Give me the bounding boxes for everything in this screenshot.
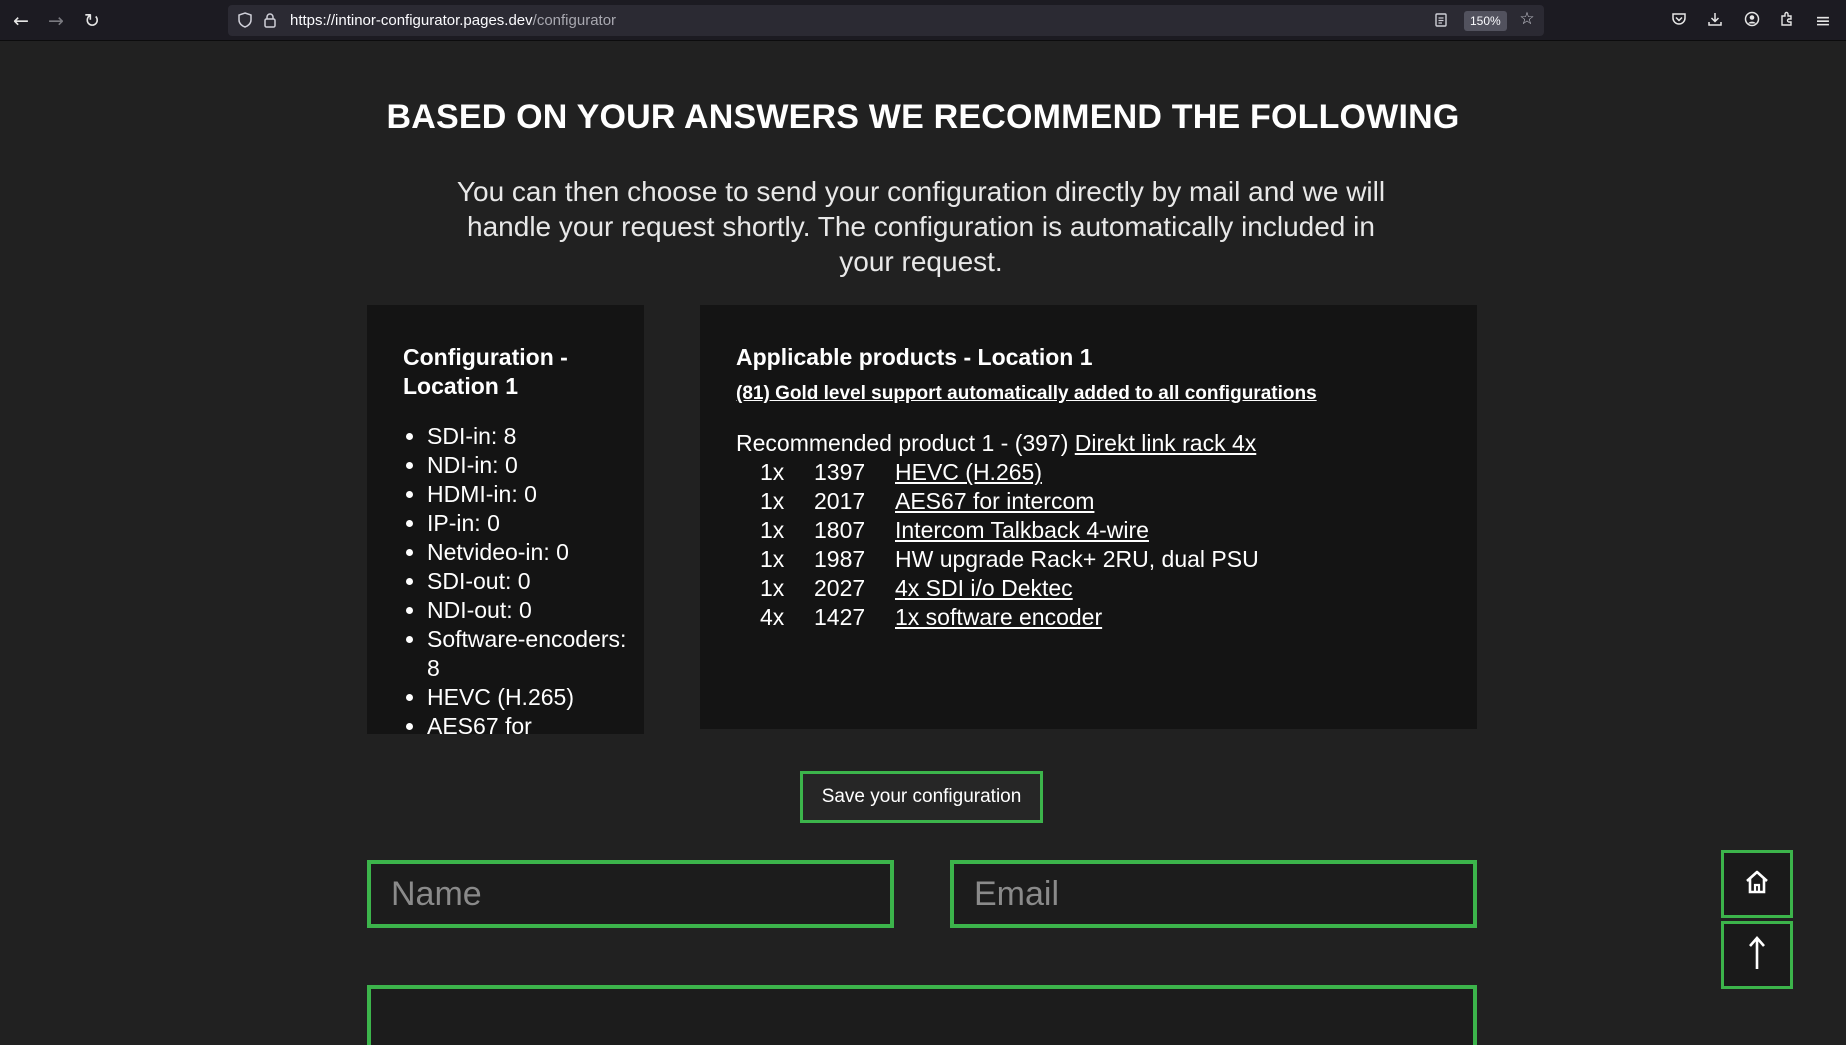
product-row: 1x 1987 HW upgrade Rack+ 2RU, dual PSU xyxy=(760,545,1259,574)
zoom-level-badge[interactable]: 150% xyxy=(1464,11,1507,31)
products-heading: Applicable products - Location 1 xyxy=(736,344,1093,370)
config-item: Netvideo-in: 0 xyxy=(427,538,627,567)
home-icon xyxy=(1743,868,1771,900)
pocket-icon[interactable] xyxy=(1666,8,1692,34)
product-code: 2027 xyxy=(814,575,866,601)
home-button[interactable] xyxy=(1721,850,1793,918)
save-configuration-button[interactable]: Save your configuration xyxy=(800,771,1043,823)
message-textarea[interactable] xyxy=(367,985,1477,1045)
reader-view-icon[interactable] xyxy=(1433,13,1449,29)
product-name-link[interactable]: 4x SDI i/o Dektec xyxy=(895,575,1073,601)
product-name-link[interactable]: HEVC (H.265) xyxy=(895,459,1042,485)
product-row: 1x 1807 Intercom Talkback 4-wire xyxy=(760,516,1259,545)
gold-support-link[interactable]: (81) Gold level support automatically ad… xyxy=(736,383,1317,405)
downloads-icon[interactable] xyxy=(1702,8,1728,34)
product-name-link[interactable]: 1x software encoder xyxy=(895,604,1102,630)
config-item: AES67 for xyxy=(427,712,627,734)
recommended-product-line: Recommended product 1 - (397) Direkt lin… xyxy=(736,429,1256,458)
product-quantity: 1x xyxy=(760,517,785,543)
configuration-heading: Configuration - Location 1 xyxy=(403,344,568,399)
config-item: IP-in: 0 xyxy=(427,509,627,538)
product-name-cell: AES67 for intercom xyxy=(895,487,1259,516)
intro-text: You can then choose to send your configu… xyxy=(456,176,1386,277)
product-quantity: 1x xyxy=(760,575,785,601)
configuration-panel: Configuration - Location 1 SDI-in: 8 NDI… xyxy=(367,305,644,734)
product-name-cell: 4x SDI i/o Dektec xyxy=(895,574,1259,603)
account-icon[interactable] xyxy=(1739,8,1765,34)
extensions-icon[interactable] xyxy=(1774,8,1800,34)
url-path: /configurator xyxy=(532,12,617,29)
url-text[interactable]: https://intinor-configurator.pages.dev/c… xyxy=(290,11,616,30)
bookmark-star-icon[interactable]: ☆ xyxy=(1519,11,1535,28)
recommended-product-link[interactable]: Direkt link rack 4x xyxy=(1075,430,1256,456)
menu-icon[interactable]: ≡ xyxy=(1810,8,1836,34)
product-quantity: 1x xyxy=(760,459,785,485)
lock-icon[interactable] xyxy=(262,12,278,28)
product-code: 1397 xyxy=(814,459,866,485)
config-item: NDI-in: 0 xyxy=(427,451,627,480)
product-name-link[interactable]: AES67 for intercom xyxy=(895,488,1094,514)
products-panel: Applicable products - Location 1 (81) Go… xyxy=(700,305,1477,729)
product-name-cell: Intercom Talkback 4-wire xyxy=(895,516,1259,545)
address-bar[interactable]: https://intinor-configurator.pages.dev/c… xyxy=(228,5,1544,36)
config-item: SDI-out: 0 xyxy=(427,567,627,596)
product-code: 1427 xyxy=(814,604,866,630)
reload-icon[interactable]: ↻ xyxy=(79,8,105,34)
name-input[interactable] xyxy=(367,860,894,928)
email-input[interactable] xyxy=(950,860,1477,928)
scroll-to-top-button[interactable] xyxy=(1721,921,1793,989)
product-row: 1x 2027 4x SDI i/o Dektec xyxy=(760,574,1259,603)
forward-icon[interactable]: → xyxy=(43,8,69,34)
product-name-cell: 1x software encoder xyxy=(895,603,1259,632)
config-item: HEVC (H.265) xyxy=(427,683,627,712)
page-title: BASED ON YOUR ANSWERS WE RECOMMEND THE F… xyxy=(386,98,1460,136)
product-name-cell: HEVC (H.265) xyxy=(895,458,1259,487)
product-name: HW upgrade Rack+ 2RU, dual PSU xyxy=(895,546,1259,572)
product-quantity: 1x xyxy=(760,546,785,572)
product-code: 1987 xyxy=(814,546,866,572)
browser-toolbar: ← → ↻ https://intinor-configurator.pages… xyxy=(0,0,1846,41)
product-row: 1x 1397 HEVC (H.265) xyxy=(760,458,1259,487)
product-name-cell: HW upgrade Rack+ 2RU, dual PSU xyxy=(895,545,1259,574)
config-item: NDI-out: 0 xyxy=(427,596,627,625)
product-quantity: 4x xyxy=(760,604,785,630)
product-name-link[interactable]: Intercom Talkback 4-wire xyxy=(895,517,1149,543)
arrow-up-icon xyxy=(1745,935,1769,975)
product-quantity: 1x xyxy=(760,488,785,514)
product-table: 1x 1397 HEVC (H.265) 1x 2017 AES67 for interc… xyxy=(760,458,1259,632)
recommended-product-prefix: Recommended product 1 - (397) xyxy=(736,430,1075,456)
config-item: Software-encoders: 8 xyxy=(427,625,627,683)
url-host: https://intinor-configurator.pages.dev xyxy=(290,12,533,29)
product-code: 1807 xyxy=(814,517,866,543)
configuration-list: SDI-in: 8 NDI-in: 0 HDMI-in: 0 IP-in: 0 … xyxy=(403,422,627,734)
back-icon[interactable]: ← xyxy=(8,8,34,34)
product-row: 1x 2017 AES67 for intercom xyxy=(760,487,1259,516)
product-row: 4x 1427 1x software encoder xyxy=(760,603,1259,632)
product-code: 2017 xyxy=(814,488,866,514)
config-item: HDMI-in: 0 xyxy=(427,480,627,509)
shield-icon[interactable] xyxy=(237,12,253,28)
config-item: SDI-in: 8 xyxy=(427,422,627,451)
